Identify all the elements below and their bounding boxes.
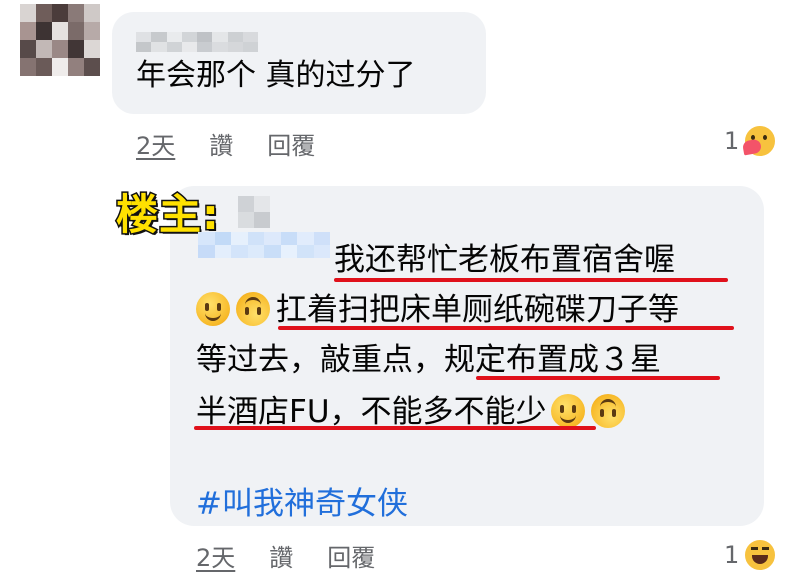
comment-text: 年会那个 真的过分了: [136, 58, 416, 93]
mosaic-cell: [36, 22, 52, 40]
red-underline: [194, 426, 596, 430]
mosaic-cell: [36, 4, 52, 22]
reply-text-segment: 半酒店FU，不能多不能少: [196, 394, 547, 430]
upside-down-face-icon: [236, 292, 270, 326]
comment-actions: 2天 讚 回覆: [136, 126, 349, 161]
mosaic-cell: [198, 245, 215, 258]
blurred-author-avatar[interactable]: [238, 196, 270, 228]
mosaic-cell: [136, 42, 152, 52]
red-underline: [334, 278, 728, 282]
mosaic-cell: [297, 245, 314, 258]
mosaic-cell: [242, 42, 258, 52]
mosaic-cell: [151, 42, 167, 52]
mosaic-cell: [254, 212, 270, 228]
mosaic-cell: [254, 196, 270, 212]
blurred-reply-author-name[interactable]: [198, 232, 330, 258]
reply-button[interactable]: 回覆: [327, 538, 375, 573]
mosaic-cell: [212, 42, 228, 52]
reply-text-line: 扛着扫把床单厕纸碗碟刀子等: [196, 290, 679, 330]
reply-text-segment: 扛着扫把床单厕纸碗碟刀子等: [276, 292, 679, 328]
reply-timestamp-link[interactable]: 2天: [196, 538, 235, 573]
mosaic-cell: [313, 232, 330, 245]
reply-text-line: 我还帮忙老板布置宿舍喔: [334, 242, 675, 278]
mosaic-cell: [84, 58, 100, 76]
mosaic-cell: [68, 58, 84, 76]
avatar[interactable]: [20, 4, 100, 76]
mosaic-cell: [247, 245, 264, 258]
reply-text-line: 等过去，敲重点，规定布置成３星: [196, 342, 661, 378]
mosaic-cell: [136, 32, 152, 42]
mosaic-cell: [181, 42, 197, 52]
mosaic-cell: [264, 245, 281, 258]
like-button[interactable]: 讚: [209, 126, 233, 161]
reply-actions: 2天 讚 回覆: [196, 538, 409, 573]
mosaic-cell: [238, 196, 254, 212]
mosaic-cell: [20, 4, 36, 22]
mosaic-cell: [166, 32, 182, 42]
mosaic-cell: [20, 58, 36, 76]
reaction-summary[interactable]: 1: [724, 538, 778, 572]
reaction-count: 1: [724, 541, 740, 569]
mosaic-cell: [166, 42, 182, 52]
mosaic-cell: [280, 245, 297, 258]
mosaic-cell: [52, 4, 68, 22]
red-underline: [278, 326, 734, 330]
haha-icon: [743, 538, 778, 572]
red-underline: [476, 376, 720, 380]
mosaic-cell: [36, 40, 52, 58]
mosaic-cell: [52, 40, 68, 58]
mosaic-cell: [231, 232, 248, 245]
mosaic-cell: [84, 22, 100, 40]
mosaic-cell: [242, 32, 258, 42]
mosaic-cell: [197, 32, 213, 42]
mosaic-cell: [198, 232, 215, 245]
mosaic-cell: [68, 4, 84, 22]
mosaic-cell: [84, 40, 100, 58]
mosaic-cell: [227, 32, 243, 42]
mosaic-cell: [227, 42, 243, 52]
mosaic-cell: [197, 42, 213, 52]
mosaic-cell: [280, 232, 297, 245]
mosaic-cell: [181, 32, 197, 42]
upside-down-face-icon: [590, 394, 625, 428]
mosaic-cell: [36, 58, 52, 76]
slightly-smiling-face-icon: [196, 292, 230, 326]
hashtag-link[interactable]: #叫我神奇女侠: [196, 478, 408, 523]
reaction-summary[interactable]: 1: [724, 124, 778, 158]
mosaic-cell: [52, 22, 68, 40]
like-button[interactable]: 讚: [269, 538, 293, 573]
mosaic-cell: [297, 232, 314, 245]
mosaic-cell: [264, 232, 281, 245]
mosaic-cell: [212, 32, 228, 42]
mosaic-cell: [20, 40, 36, 58]
mosaic-cell: [68, 22, 84, 40]
mosaic-cell: [68, 40, 84, 58]
reply-button[interactable]: 回覆: [267, 126, 315, 161]
mosaic-cell: [247, 232, 264, 245]
comment-timestamp-link[interactable]: 2天: [136, 126, 175, 161]
reaction-count: 1: [724, 127, 740, 155]
mosaic-cell: [214, 232, 231, 245]
slightly-smiling-face-icon: [550, 394, 585, 428]
mosaic-cell: [231, 245, 248, 258]
mosaic-cell: [214, 245, 231, 258]
mosaic-cell: [238, 212, 254, 228]
mosaic-cell: [151, 32, 167, 42]
mosaic-cell: [84, 4, 100, 22]
mosaic-cell: [313, 245, 330, 258]
blurred-author-name[interactable]: [136, 32, 258, 52]
mosaic-cell: [20, 22, 36, 40]
care-icon: [743, 124, 778, 158]
mosaic-cell: [52, 58, 68, 76]
